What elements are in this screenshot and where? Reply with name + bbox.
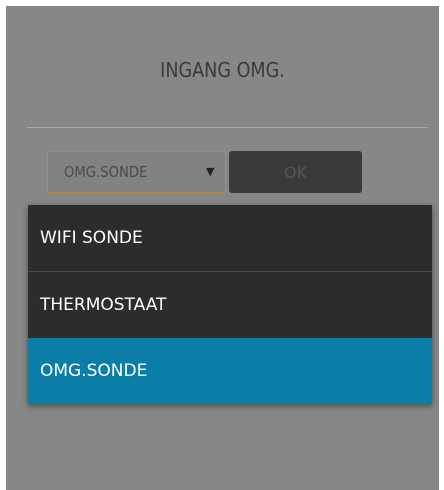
option-label: THERMOSTAAT bbox=[40, 294, 167, 315]
dialog-title: INGANG OMG. bbox=[160, 58, 285, 82]
select-value: OMG.SONDE bbox=[64, 163, 148, 181]
option-label: WIFI SONDE bbox=[40, 228, 143, 248]
dropdown-list: WIFI SONDE THERMOSTAAT OMG.SONDE bbox=[28, 205, 432, 404]
app-screen: INGANG OMG. OMG.SONDE ▼ OK WIFI SONDE TH… bbox=[6, 6, 439, 490]
ok-button[interactable]: OK bbox=[229, 151, 362, 193]
dropdown-option-thermostaat[interactable]: THERMOSTAAT bbox=[28, 271, 432, 337]
dropdown-option-omg-sonde[interactable]: OMG.SONDE bbox=[28, 338, 432, 404]
dropdown-option-wifi-sonde[interactable]: WIFI SONDE bbox=[28, 205, 432, 271]
title-divider bbox=[27, 127, 428, 128]
option-label: OMG.SONDE bbox=[40, 361, 148, 381]
dropdown-triangle-icon: ▼ bbox=[206, 165, 215, 178]
input-select[interactable]: OMG.SONDE ▼ bbox=[47, 151, 226, 193]
